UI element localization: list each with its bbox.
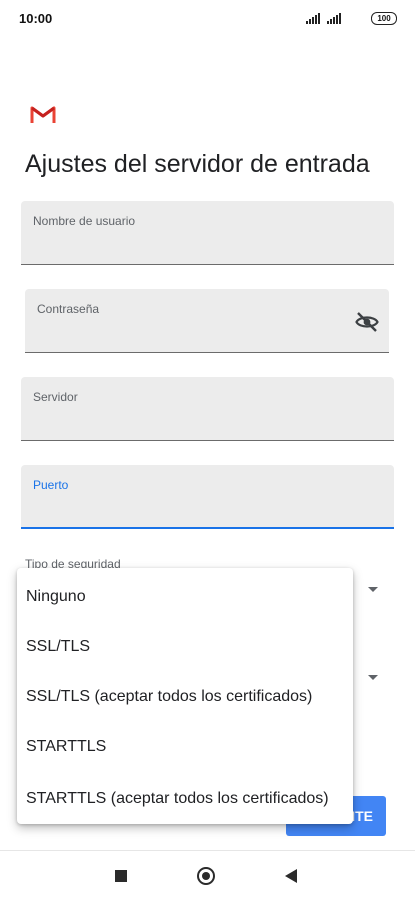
signal-icon <box>306 13 320 24</box>
server-field[interactable]: Servidor <box>21 377 394 441</box>
page-title: Ajustes del servidor de entrada <box>25 150 370 178</box>
status-time: 10:00 <box>19 11 53 26</box>
back-icon[interactable] <box>285 869 297 883</box>
server-label: Servidor <box>33 390 78 404</box>
visibility-off-icon[interactable] <box>355 310 379 334</box>
security-dropdown-chevron-icon[interactable] <box>368 587 378 592</box>
menu-item-none[interactable]: Ninguno <box>17 572 353 622</box>
second-dropdown-chevron-icon[interactable] <box>368 675 378 680</box>
signal-icon-2 <box>327 13 341 24</box>
password-field[interactable]: Contraseña <box>25 289 389 353</box>
menu-item-ssl-tls-accept-all[interactable]: SSL/TLS (aceptar todos los certificados) <box>17 672 353 722</box>
username-label: Nombre de usuario <box>33 214 136 228</box>
recent-apps-icon[interactable] <box>115 870 127 882</box>
home-icon[interactable] <box>197 867 215 885</box>
menu-item-starttls[interactable]: STARTTLS <box>17 722 353 772</box>
battery-icon: 100 <box>371 12 397 25</box>
security-type-menu: Ninguno SSL/TLS SSL/TLS (aceptar todos l… <box>17 568 353 824</box>
navigation-bar <box>0 850 415 900</box>
username-field[interactable]: Nombre de usuario <box>21 201 394 265</box>
menu-item-starttls-accept-all[interactable]: STARTTLS (aceptar todos los certificados… <box>17 774 353 824</box>
port-label: Puerto <box>33 478 69 492</box>
menu-item-ssl-tls[interactable]: SSL/TLS <box>17 622 353 672</box>
password-label: Contraseña <box>37 302 100 316</box>
status-bar: 10:00 100 <box>0 0 415 36</box>
port-field[interactable]: Puerto <box>21 465 394 529</box>
gmail-logo <box>30 106 56 123</box>
